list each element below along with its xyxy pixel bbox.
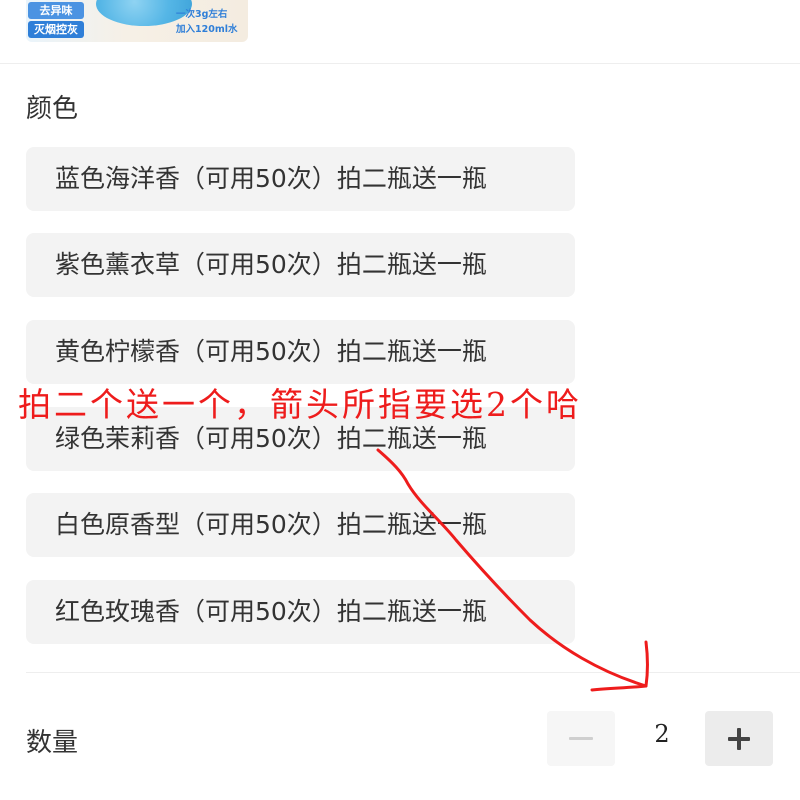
color-option-red[interactable]: 红色玫瑰香（可用50次）拍二瓶送一瓶 [26,580,575,644]
quantity-input[interactable] [622,720,702,748]
color-option-white[interactable]: 白色原香型（可用50次）拍二瓶送一瓶 [26,493,575,557]
thumbnail-tag-bottom: 灭烟控灰 [28,21,84,38]
product-thumbnail: 去异味 灭烟控灰 一次3g左右 加入120ml水 [26,0,248,42]
quantity-label: 数量 [26,728,79,758]
thumbnail-tag-top: 去异味 [28,2,84,19]
color-option-blue[interactable]: 蓝色海洋香（可用50次）拍二瓶送一瓶 [26,147,575,211]
divider [0,63,800,64]
quantity-decrease-button[interactable] [547,711,615,766]
thumbnail-note-top: 一次3g左右 [176,9,228,20]
hand-drawn-arrow-icon [376,448,649,692]
minus-icon [569,737,593,740]
plus-icon [728,727,750,750]
color-option-yellow[interactable]: 黄色柠檬香（可用50次）拍二瓶送一瓶 [26,320,575,384]
sku-selector-panel: 去异味 灭烟控灰 一次3g左右 加入120ml水 颜色 蓝色海洋香（可用50次）… [0,0,800,800]
color-option-green[interactable]: 绿色茉莉香（可用50次）拍二瓶送一瓶 [26,407,575,471]
color-section-label: 颜色 [26,94,79,124]
thumbnail-note-bottom: 加入120ml水 [176,24,238,35]
divider [26,672,800,673]
color-option-purple[interactable]: 紫色薰衣草（可用50次）拍二瓶送一瓶 [26,233,575,297]
quantity-increase-button[interactable] [705,711,773,766]
